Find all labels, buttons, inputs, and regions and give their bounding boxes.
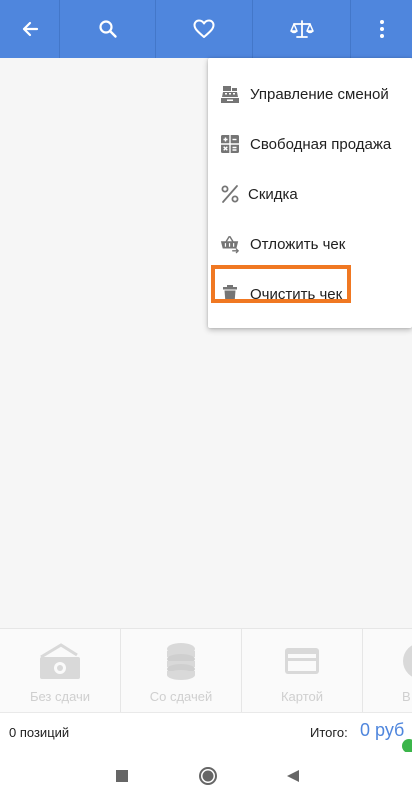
pay-button-label: Картой [280,689,324,704]
pay-button-label: В [402,689,411,704]
back-button[interactable] [0,0,60,58]
recents-icon [116,770,128,782]
fab-indicator[interactable] [402,739,412,753]
basket-icon [220,234,240,254]
overflow-menu: Управление сменой Свободная продажа Скид… [208,58,412,328]
menu-item-discount[interactable]: Скидка [208,169,412,219]
menu-item-label: Отложить чек [250,235,346,253]
back-nav-button[interactable] [282,766,304,786]
pay-no-change-button[interactable]: Без сдачи [0,629,121,713]
menu-item-clear-receipt[interactable]: Очистить чек [208,265,412,319]
heart-icon [193,19,215,38]
cash-register-icon [220,84,240,104]
search-button[interactable] [60,0,156,58]
pay-other-button[interactable]: В [363,629,412,713]
highlight-frame [211,265,351,303]
menu-item-label: Скидка [248,185,298,203]
pay-card-button[interactable]: Картой [242,629,363,713]
scales-button[interactable] [253,0,351,58]
search-icon [98,20,117,38]
more-vertical-icon [379,20,384,38]
pay-button-label: Без сдачи [29,689,91,704]
scales-icon [289,20,314,38]
home-icon [199,767,217,785]
more-menu-button[interactable] [351,0,412,58]
menu-item-shift-management[interactable]: Управление сменой [208,69,412,119]
recents-button[interactable] [111,766,133,786]
pay-button-label: Со сдачей [149,689,213,704]
coins-icon [163,641,199,681]
item-count: 0 позиций [9,725,70,740]
total-value: 0 руб [360,720,405,740]
card-icon [284,641,320,681]
payment-bar: Без сдачи Со сдачей Картой В [0,628,412,713]
back-triangle-icon [287,770,299,782]
pay-with-change-button[interactable]: Со сдачей [121,629,242,713]
back-arrow-icon [22,21,38,37]
total-label: Итого: [310,725,348,740]
menu-item-label: Управление сменой [250,85,389,103]
total-bar: 0 позиций Итого: 0 руб [0,712,412,753]
system-nav-bar [0,752,412,800]
home-button[interactable] [197,766,219,786]
calculator-icon [220,134,240,154]
banknote-icon [37,641,83,681]
app-toolbar [0,0,412,58]
favorites-button[interactable] [156,0,253,58]
other-payment-icon [363,641,412,681]
menu-item-postpone-receipt[interactable]: Отложить чек [208,219,412,269]
percent-icon [220,184,240,204]
menu-item-label: Свободная продажа [250,135,392,153]
menu-item-free-sale[interactable]: Свободная продажа [208,119,412,169]
